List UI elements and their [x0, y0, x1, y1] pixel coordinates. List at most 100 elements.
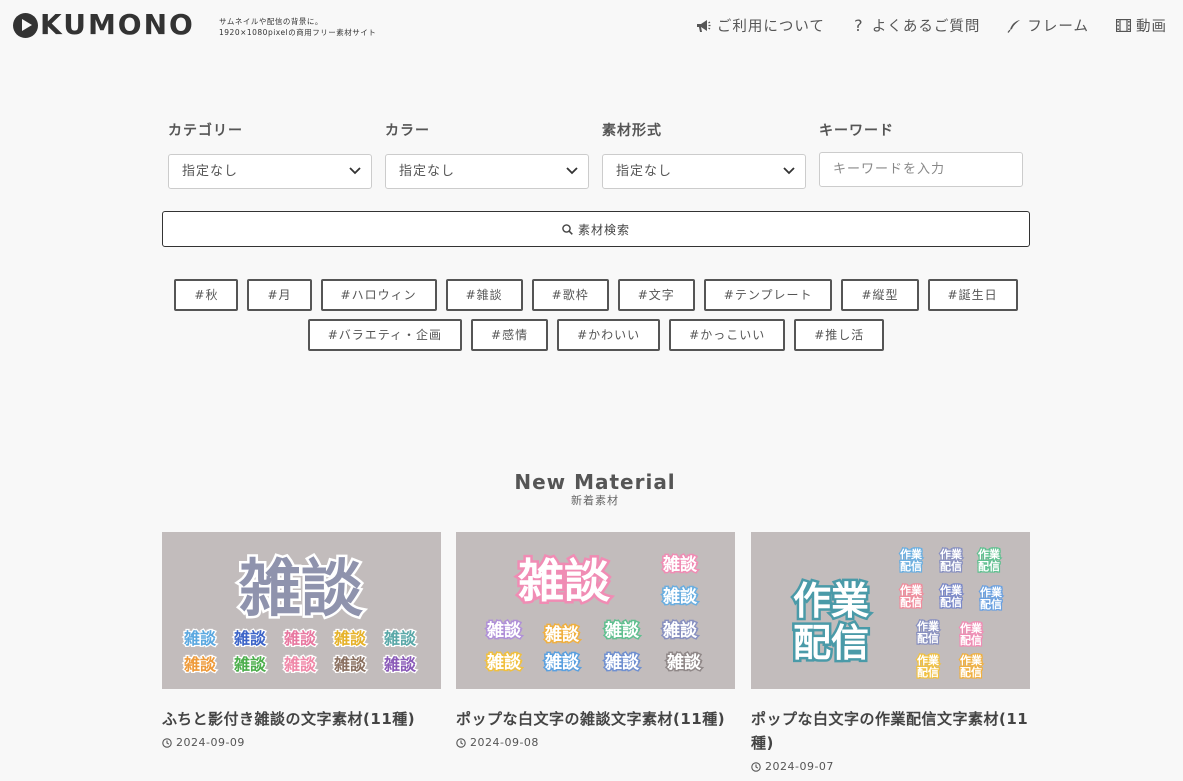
material-card[interactable]: 雑談 雑談 雑談 雑談 雑談 雑談 雑談 雑談 雑談 雑談 雑談 ポップな白文字…: [456, 532, 735, 749]
card-title[interactable]: ポップな白文字の雑談文字素材(11種): [456, 707, 735, 731]
svg-text:配信: 配信: [793, 621, 869, 665]
format-label: 素材形式: [602, 123, 662, 139]
clock-icon: [162, 737, 172, 748]
svg-text:雑談: 雑談: [662, 586, 698, 607]
svg-text:雑談: 雑談: [486, 652, 522, 673]
color-label: カラー: [385, 123, 430, 139]
tag-button[interactable]: #縦型: [841, 279, 919, 311]
tag-button[interactable]: #雑談: [445, 279, 523, 311]
tag-button[interactable]: #誕生日: [927, 279, 1018, 311]
svg-text:作業: 作業: [940, 583, 963, 597]
filter-category: カテゴリー 指定なし: [168, 120, 372, 189]
play-logo-icon: [13, 12, 38, 38]
megaphone-icon: [696, 18, 712, 34]
film-icon: [1115, 18, 1131, 34]
svg-text:雑談: 雑談: [662, 554, 698, 575]
svg-text:雑談: 雑談: [604, 652, 640, 673]
tag-button[interactable]: #歌枠: [531, 279, 609, 311]
keyword-input[interactable]: キーワードを入力: [819, 152, 1023, 187]
zatsudan-pop-text-preview: 雑談 雑談 雑談 雑談 雑談 雑談 雑談 雑談 雑談 雑談 雑談: [485, 552, 704, 675]
category-label: カテゴリー: [168, 123, 243, 139]
card-thumbnail: 作業 配信 作業 配信 作業 配信 作業 配信 作業 配信 作業 配信 作業 配…: [751, 532, 1030, 689]
nav-faq[interactable]: ? よくあるご質問: [851, 15, 981, 36]
new-material-heading: New Material 新着素材: [0, 470, 1183, 508]
keyword-label: キーワード: [819, 123, 894, 139]
format-select[interactable]: 指定なし: [602, 154, 806, 189]
tag-list: #秋 #月 #ハロウィン #雑談 #歌枠 #文字 #テンプレート #縦型 #誕生日 #バラエティ…: [162, 279, 1030, 359]
card-date: 2024-09-08: [456, 736, 735, 749]
tag-button[interactable]: #かっこいい: [669, 319, 786, 351]
svg-text:配信: 配信: [917, 665, 939, 679]
svg-text:配信: 配信: [960, 633, 982, 647]
svg-text:配信: 配信: [900, 559, 922, 573]
svg-text:作業: 作業: [793, 579, 869, 623]
logo-text: KUMONO: [40, 8, 195, 41]
tag-button[interactable]: #ハロウィン: [320, 279, 437, 311]
svg-text:雑談: 雑談: [544, 652, 580, 673]
svg-text:雑談: 雑談: [544, 624, 580, 645]
card-title[interactable]: ふちと影付き雑談の文字素材(11種): [162, 707, 441, 731]
svg-text:雑談: 雑談: [283, 629, 317, 648]
clock-icon: [456, 737, 466, 748]
tag-button[interactable]: #文字: [617, 279, 695, 311]
svg-text:雑談: 雑談: [662, 620, 698, 641]
filter-color: カラー 指定なし: [385, 120, 589, 189]
material-card[interactable]: 雑談 雑談 雑談 雑談 雑談 雑談 雑談 雑談 雑談 雑談 雑談 ふちと影付き雑…: [162, 532, 441, 749]
svg-text:作業: 作業: [960, 621, 983, 635]
nav-video[interactable]: 動画: [1115, 15, 1167, 36]
filter-format: 素材形式 指定なし: [602, 120, 806, 189]
svg-text:作業: 作業: [980, 585, 1003, 599]
nav-frame[interactable]: フレーム: [1006, 15, 1089, 36]
svg-text:配信: 配信: [980, 597, 1002, 611]
card-thumbnail: 雑談 雑談 雑談 雑談 雑談 雑談 雑談 雑談 雑談 雑談 雑談: [162, 532, 441, 689]
svg-text:雑談: 雑談: [238, 552, 363, 625]
category-select[interactable]: 指定なし: [168, 154, 372, 189]
svg-text:雑談: 雑談: [333, 655, 367, 674]
top-nav: ご利用について ? よくあるご質問 フレーム 動画: [696, 15, 1167, 36]
chevron-down-icon: [783, 167, 795, 175]
site-logo[interactable]: KUMONO: [13, 11, 195, 39]
svg-text:作業: 作業: [960, 653, 983, 667]
svg-text:雑談: 雑談: [183, 629, 217, 648]
filter-keyword: キーワード キーワードを入力: [819, 120, 1023, 187]
section-title-ja: 新着素材: [571, 494, 619, 507]
search-button[interactable]: 素材検索: [162, 211, 1030, 247]
svg-text:作業: 作業: [978, 547, 1001, 561]
material-card[interactable]: 作業 配信 作業 配信 作業 配信 作業 配信 作業 配信 作業 配信 作業 配…: [751, 532, 1030, 773]
svg-text:作業: 作業: [900, 583, 923, 597]
clock-icon: [751, 761, 761, 772]
tag-button[interactable]: #秋: [174, 279, 239, 311]
svg-text:雑談: 雑談: [666, 652, 702, 673]
svg-text:雑談: 雑談: [233, 629, 267, 648]
card-thumbnail: 雑談 雑談 雑談 雑談 雑談 雑談 雑談 雑談 雑談 雑談 雑談: [456, 532, 735, 689]
nav-usage[interactable]: ご利用について: [696, 15, 825, 36]
svg-text:配信: 配信: [940, 559, 962, 573]
svg-text:雑談: 雑談: [183, 655, 217, 674]
tag-row: #秋 #月 #ハロウィン #雑談 #歌枠 #文字 #テンプレート #縦型 #誕生日: [162, 279, 1030, 311]
svg-text:配信: 配信: [900, 595, 922, 609]
card-title[interactable]: ポップな白文字の作業配信文字素材(11種): [751, 707, 1030, 755]
tag-button[interactable]: #テンプレート: [703, 279, 833, 311]
svg-text:作業: 作業: [940, 547, 963, 561]
svg-text:作業: 作業: [917, 653, 940, 667]
site-tagline: サムネイルや配信の背景に。 1920×1080pixelの商用フリー素材サイト: [219, 17, 377, 37]
color-select[interactable]: 指定なし: [385, 154, 589, 189]
tag-button[interactable]: #推し活: [794, 319, 885, 351]
tag-button[interactable]: #月: [247, 279, 312, 311]
svg-text:配信: 配信: [978, 559, 1000, 573]
section-title-en: New Material: [514, 470, 676, 494]
header: KUMONO サムネイルや配信の背景に。 1920×1080pixelの商用フリ…: [0, 0, 1183, 50]
svg-text:雑談: 雑談: [486, 620, 522, 641]
tag-button[interactable]: #バラエティ・企画: [307, 319, 463, 351]
svg-text:配信: 配信: [917, 631, 939, 645]
tag-button[interactable]: #かわいい: [557, 319, 661, 351]
svg-text:雑談: 雑談: [233, 655, 267, 674]
tag-button[interactable]: #感情: [471, 319, 549, 351]
tag-row: #バラエティ・企画 #感情 #かわいい #かっこいい #推し活: [162, 319, 1030, 351]
svg-text:雑談: 雑談: [283, 655, 317, 674]
svg-text:配信: 配信: [960, 665, 982, 679]
svg-text:雑談: 雑談: [604, 620, 640, 641]
feather-icon: [1006, 18, 1022, 34]
svg-text:雑談: 雑談: [333, 629, 367, 648]
svg-text:作業: 作業: [900, 547, 923, 561]
